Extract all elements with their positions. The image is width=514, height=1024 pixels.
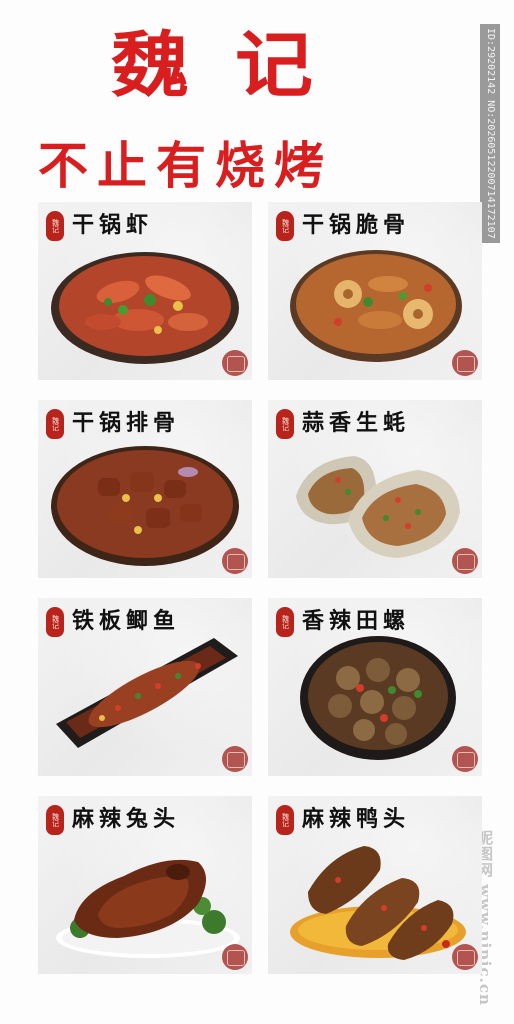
stamp-icon — [222, 350, 248, 376]
stamp-icon — [452, 350, 478, 376]
dish-name: 香辣田螺 — [302, 608, 411, 634]
dish-name: 铁板鲫鱼 — [72, 608, 181, 634]
menu-poster: 魏记 不止有烧烤 ID:29202142 NO:2026051220071417… — [0, 0, 514, 1024]
stamp-icon — [222, 944, 248, 970]
image-id-watermark: ID:29202142 NO:20260512200714172107 — [480, 24, 500, 243]
dish-name: 蒜香生蚝 — [302, 410, 411, 436]
stamp-icon — [222, 746, 248, 772]
stamp-icon — [452, 944, 478, 970]
brand-seal: 魏记 — [276, 607, 294, 637]
stamp-icon — [452, 746, 478, 772]
brand-seal: 魏记 — [46, 607, 64, 637]
dish-name: 麻辣鸭头 — [302, 806, 411, 832]
dish-name: 麻辣兔头 — [72, 806, 181, 832]
brand-seal: 魏记 — [276, 805, 294, 835]
stamp-icon — [222, 548, 248, 574]
dish-card-shrimp[interactable]: 魏记 干锅虾 — [38, 202, 252, 380]
brand-seal: 魏记 — [46, 211, 64, 241]
brand-seal: 魏记 — [46, 409, 64, 439]
dish-card-ribs[interactable]: 魏记 干锅排骨 — [38, 400, 252, 578]
stamp-icon — [452, 548, 478, 574]
brand-seal: 魏记 — [46, 805, 64, 835]
dish-name: 干锅脆骨 — [302, 212, 411, 238]
dish-card-duck-head[interactable]: 魏记 麻辣鸭头 — [268, 796, 482, 974]
dish-name: 干锅虾 — [72, 212, 154, 238]
slogan: 不止有烧烤 — [38, 136, 333, 195]
brand-title: 魏记 — [110, 23, 359, 108]
dish-card-rabbit-head[interactable]: 魏记 麻辣兔头 — [38, 796, 252, 974]
dish-card-cartilage[interactable]: 魏记 干锅脆骨 — [268, 202, 482, 380]
dish-card-oyster[interactable]: 魏记 蒜香生蚝 — [268, 400, 482, 578]
dish-name: 干锅排骨 — [72, 410, 181, 436]
dish-card-crucian[interactable]: 魏记 铁板鲫鱼 — [38, 598, 252, 776]
brand-seal: 魏记 — [276, 211, 294, 241]
brand-seal: 魏记 — [276, 409, 294, 439]
dish-card-snails[interactable]: 魏记 香辣田螺 — [268, 598, 482, 776]
